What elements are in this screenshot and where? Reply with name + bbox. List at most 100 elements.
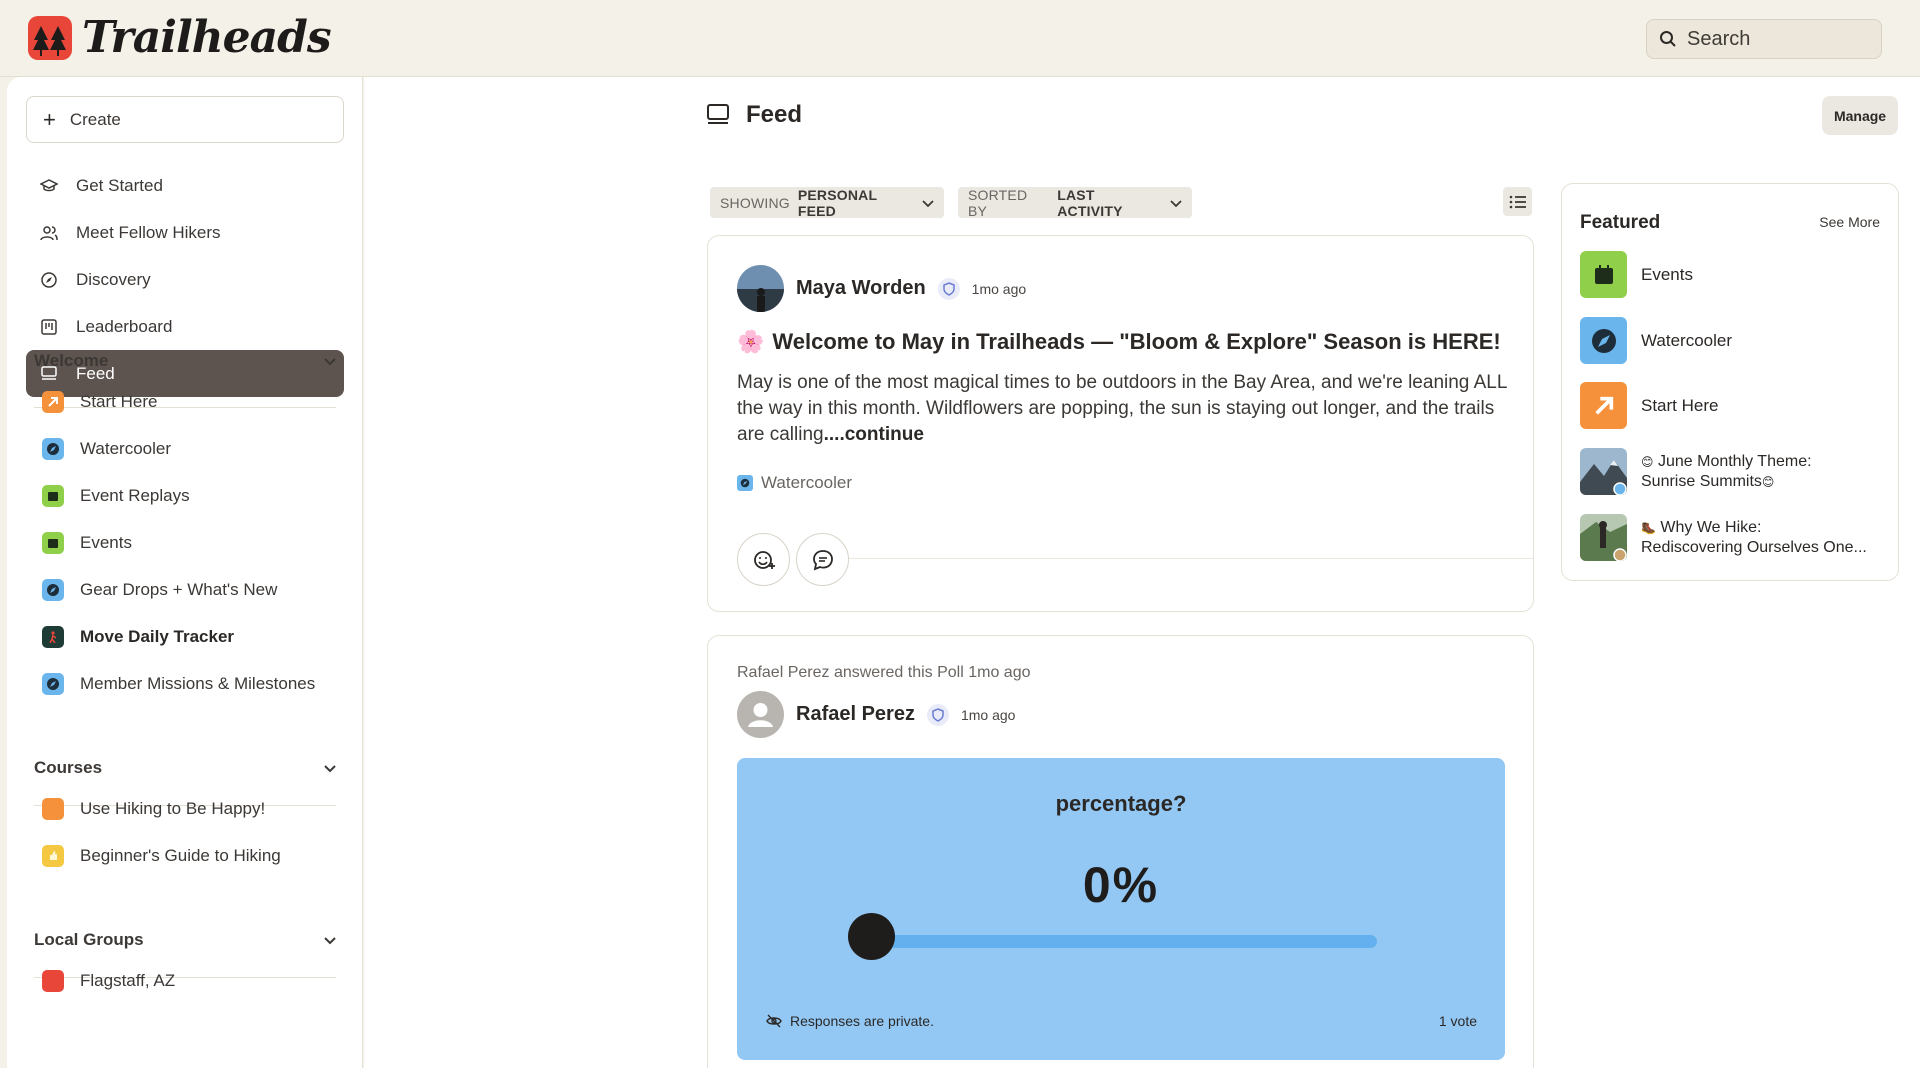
courses-list: Use Hiking to Be Happy! Beginner's Guide… [26,785,344,879]
featured-title: Featured [1580,212,1661,233]
chevron-down-icon [1170,195,1182,211]
reaction-row [737,533,849,586]
search-input[interactable]: Search [1646,19,1882,59]
create-button[interactable]: + Create [26,96,344,143]
welcome-list: Start Here Watercooler Event Replays Eve… [26,378,344,707]
arrow-up-right-icon [42,390,64,413]
sidebar-item-label: Use Hiking to Be Happy! [80,798,266,818]
sidebar-item-label: Flagstaff, AZ [80,970,176,990]
post-space-tag[interactable]: Watercooler [737,473,852,493]
calendar-icon [42,484,64,507]
app-logo[interactable]: Trailheads [28,12,332,63]
featured-item-events[interactable]: Events [1580,251,1890,298]
calendar-icon [1580,251,1627,298]
poll-slider-track[interactable] [861,935,1377,948]
post-title-text: Welcome to May in Trailheads — "Bloom & … [772,329,1501,354]
feed-filter-dropdown[interactable]: SHOWING PERSONAL FEED [710,186,944,219]
sidebar-item-event-replays[interactable]: Event Replays [26,472,344,519]
featured-item-june-theme[interactable]: 😊 June Monthly Theme: Sunrise Summits😊 [1580,448,1890,495]
poll-question: percentage? [1055,791,1187,816]
sidebar-item-label: Beginner's Guide to Hiking [80,845,281,865]
avatar[interactable] [737,691,784,738]
sidebar-item-label: Gear Drops + What's New [80,579,278,599]
sidebar-item-label: Events [80,532,132,552]
sidebar-item-watercooler[interactable]: Watercooler [26,425,344,472]
sidebar-item-events[interactable]: Events [26,519,344,566]
manage-button[interactable]: Manage [1822,96,1898,135]
filter-value: PERSONAL FEED [797,186,877,219]
graduation-cap-icon [40,177,58,195]
post-body: May is one of the most magical times to … [737,370,1517,448]
calendar-icon [42,531,64,554]
poll-slider-thumb[interactable] [847,913,895,960]
featured-label: Watercooler [1641,330,1733,350]
featured-label: Events [1641,264,1693,284]
sidebar-item-start-here[interactable]: Start Here [26,378,344,425]
sidebar-item-label: Meet Fellow Hikers [76,222,221,242]
featured-line2: Sunrise Summits [1641,472,1762,490]
chevron-down-icon [324,930,336,950]
section-header-courses[interactable]: Courses [34,753,336,783]
search-placeholder: Search [1687,27,1751,50]
post-time: 1mo ago [971,280,1027,297]
sidebar-item-discovery[interactable]: Discovery [26,256,344,303]
page-title: Feed [706,101,802,129]
sidebar-item-flagstaff[interactable]: Flagstaff, AZ [26,957,344,1004]
section-title: Welcome [34,351,109,370]
sidebar-item-use-hiking[interactable]: Use Hiking to Be Happy! [26,785,344,832]
featured-item-watercooler[interactable]: Watercooler [1580,317,1890,364]
tag-label: Watercooler [761,473,853,492]
add-reaction-button[interactable] [737,533,790,586]
sidebar-item-meet-fellow-hikers[interactable]: Meet Fellow Hikers [26,209,344,256]
sidebar-item-move-daily-tracker[interactable]: Move Daily Tracker [26,613,344,660]
sidebar-item-label: Discovery [76,269,151,289]
post-author-row: Maya Worden 1mo ago [737,265,1026,312]
author-name[interactable]: Maya Worden [796,277,926,300]
featured-label: 🥾 Why We Hike: Rediscovering Ourselves O… [1641,518,1867,558]
poll-widget: percentage? 0% Responses are private. 1 … [737,758,1505,1060]
app-name: Trailheads [82,12,332,63]
featured-panel: Featured See More Events Watercooler Sta… [1561,183,1899,581]
search-icon [1660,31,1676,47]
author-name[interactable]: Rafael Perez [796,703,915,726]
compass-icon [737,475,753,491]
section-header-welcome[interactable]: Welcome [34,346,336,376]
post-time: 1mo ago [960,706,1016,723]
sidebar-item-member-missions[interactable]: Member Missions & Milestones [26,660,344,707]
sidebar: + Create Get Started Meet Fellow Hikers … [7,77,363,1068]
see-more-link[interactable]: See More [1819,214,1880,230]
sort-prefix: SORTED BY [968,186,1028,219]
comment-icon [812,549,833,570]
sort-value: LAST ACTIVITY [1057,186,1123,219]
sort-dropdown[interactable]: SORTED BY LAST ACTIVITY [958,186,1192,219]
section-header-local-groups[interactable]: Local Groups [34,925,336,955]
sidebar-item-get-started[interactable]: Get Started [26,162,344,209]
continue-link[interactable]: ....continue [824,424,924,445]
hiker-thumbnail [1580,514,1627,561]
featured-item-why-we-hike[interactable]: 🥾 Why We Hike: Rediscovering Ourselves O… [1580,514,1890,561]
hiker-icon [42,625,64,648]
sidebar-item-label: Get Started [76,175,163,195]
flower-emoji: 🌸 [737,329,765,354]
featured-line1: Why We Hike: [1660,518,1762,536]
local-groups-list: Flagstaff, AZ [26,957,344,1004]
list-icon [1509,195,1526,208]
post-card: Maya Worden 1mo ago 🌸 Welcome to May in … [707,235,1534,612]
post-title[interactable]: 🌸 Welcome to May in Trailheads — "Bloom … [737,329,1501,355]
post-author-row: Rafael Perez 1mo ago [737,691,1015,738]
featured-label: 😊 June Monthly Theme: Sunrise Summits😊 [1641,452,1812,492]
comment-button[interactable] [796,533,849,586]
sidebar-item-beginners-guide[interactable]: Beginner's Guide to Hiking [26,832,344,879]
feed-icon [707,104,729,124]
page-title-text: Feed [746,101,803,128]
create-label: Create [69,109,121,129]
featured-item-start-here[interactable]: Start Here [1580,382,1890,429]
sidebar-item-label: Member Missions & Milestones [80,673,316,693]
sidebar-item-leaderboard[interactable]: Leaderboard [26,303,344,350]
card-divider [798,558,1533,559]
avatar[interactable] [737,265,784,312]
filter-prefix: SHOWING [720,194,790,211]
sidebar-item-gear-drops[interactable]: Gear Drops + What's New [26,566,344,613]
list-view-button[interactable] [1503,187,1532,216]
leaderboard-icon [40,318,58,336]
